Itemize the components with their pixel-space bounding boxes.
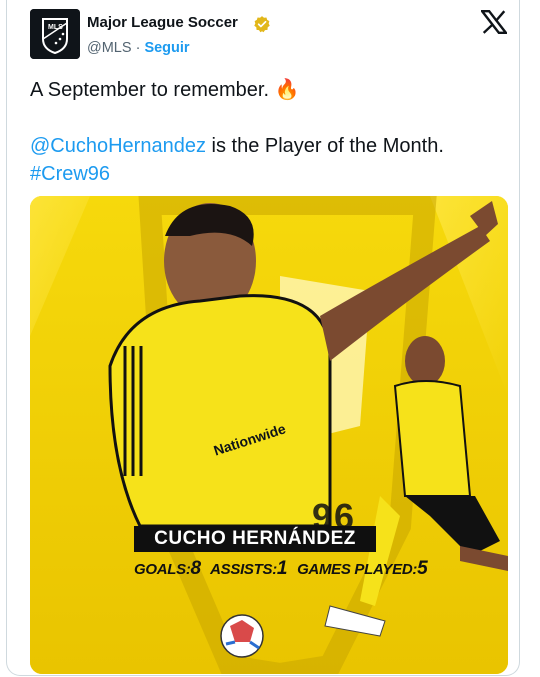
mention-link[interactable]: @CuchoHernandez [30,135,206,157]
verified-badge-icon [254,16,270,33]
hashtag-link[interactable]: #Crew96 [30,163,110,185]
tweet-card[interactable]: MLS Major League Soccer @MLS · Seguir A … [6,0,520,676]
author-handle-row: @MLS · Seguir [87,40,190,56]
stat-assists-label: ASSISTS: [210,561,277,578]
fire-emoji-icon: 🔥 [274,79,300,101]
tweet-line-2-text: is the Player of the Month. [205,135,444,157]
tweet-line-1-text: A September to remember. [30,79,275,101]
x-logo-icon[interactable] [481,10,507,34]
player-jersey [108,294,332,528]
author-name[interactable]: Major League Soccer [87,14,238,31]
mls-logo-icon: MLS [30,9,80,59]
tweet-line-2: @CuchoHernandez is the Player of the Mon… [30,132,510,160]
handle-separator: · [131,40,145,56]
stat-games-value: 5 [417,558,428,579]
stat-goals-label: GOALS: [134,561,191,578]
stat-goals-value: 8 [190,558,202,579]
stat-games-label: GAMES PLAYED: [297,561,418,578]
tweet-line-1: A September to remember. 🔥 [30,76,510,104]
follow-button[interactable]: Seguir [144,40,189,56]
author-handle[interactable]: @MLS [87,40,132,56]
tweet-line-3: #Crew96 [30,160,510,188]
player-name-banner: CUCHO HERNÁNDEZ [134,526,376,552]
player-stats: GOALS:8 ASSISTS:1 GAMES PLAYED:5 [134,558,433,580]
player-graphic: Nationwide [30,196,508,674]
stat-assists-value: 1 [276,558,288,579]
tweet-media-image[interactable]: Nationwide 96 CUCHO HERNÁNDEZ GOALS:8 AS… [30,196,508,674]
tweet-text: A September to remember. 🔥 @CuchoHernand… [30,76,510,188]
author-avatar[interactable]: MLS [30,9,80,59]
avatar-text: MLS [48,24,63,31]
